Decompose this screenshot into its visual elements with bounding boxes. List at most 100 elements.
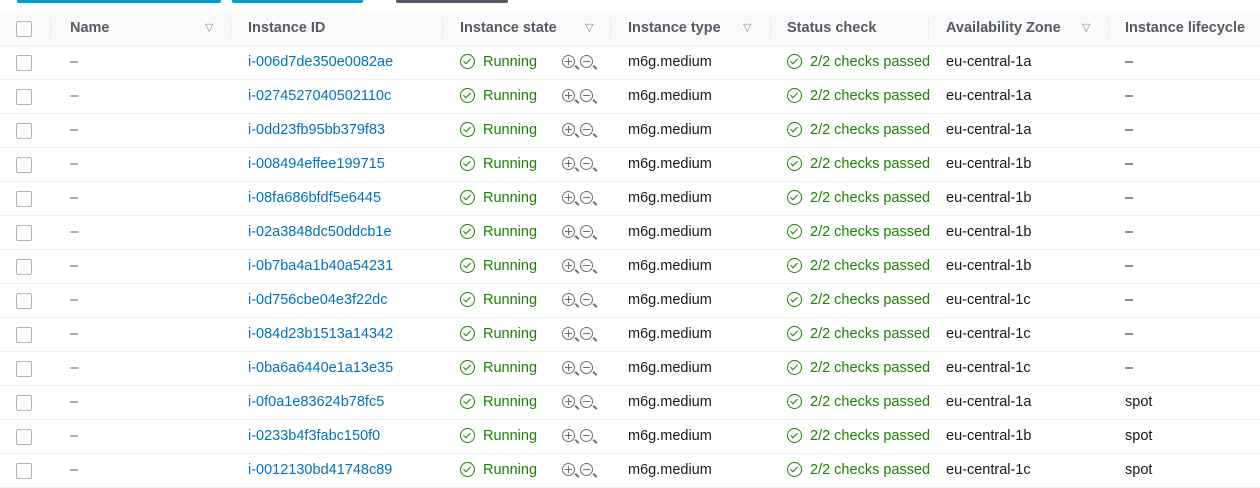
instance-id-link[interactable]: i-0dd23fb95bb379f83 [248,113,385,147]
column-header-availability-zone[interactable]: Availability Zone [946,12,1061,45]
table-row[interactable]: – i-006d7de350e0082ae Running m6g.medium… [0,45,1260,80]
instance-id-link[interactable]: i-0f0a1e83624b78fc5 [248,385,384,419]
filter-icon[interactable]: ▽ [1082,12,1090,45]
zoom-out-icon[interactable] [580,259,598,274]
zoom-in-icon[interactable] [562,395,580,410]
row-checkbox[interactable] [16,463,32,479]
status-check[interactable]: 2/2 checks passed [787,113,930,147]
zoom-in-icon[interactable] [562,327,580,342]
status-check[interactable]: 2/2 checks passed [787,317,930,351]
column-divider[interactable] [770,19,771,38]
table-row[interactable]: – i-0012130bd41748c89 Running m6g.medium… [0,453,1260,488]
column-divider[interactable] [442,19,443,38]
column-header-instance-type[interactable]: Instance type [628,12,721,45]
zoom-out-icon[interactable] [580,327,598,342]
zoom-out-icon[interactable] [580,157,598,172]
row-checkbox[interactable] [16,225,32,241]
column-divider[interactable] [1108,19,1109,38]
zoom-out-icon[interactable] [580,55,598,70]
table-row[interactable]: – i-08fa686bfdf5e6445 Running m6g.medium… [0,181,1260,216]
row-checkbox[interactable] [16,395,32,411]
table-row[interactable]: – i-0dd23fb95bb379f83 Running m6g.medium… [0,113,1260,148]
instance-id-link[interactable]: i-0d756cbe04e3f22dc [248,283,387,317]
table-row[interactable]: – i-008494effee199715 Running m6g.medium… [0,147,1260,182]
instance-id-link[interactable]: i-0ba6a6440e1a13e35 [248,351,393,385]
row-checkbox[interactable] [16,157,32,173]
row-checkbox[interactable] [16,55,32,71]
instance-id-link[interactable]: i-02a3848dc50ddcb1e [248,215,392,249]
instance-id-link[interactable]: i-0274527040502110c [248,79,391,113]
instance-id-link[interactable]: i-0012130bd41748c89 [248,453,392,487]
zoom-in-icon[interactable] [562,463,580,478]
zoom-in-icon[interactable] [562,157,580,172]
zoom-out-icon[interactable] [580,429,598,444]
row-checkbox[interactable] [16,259,32,275]
row-checkbox[interactable] [16,191,32,207]
zoom-in-icon[interactable] [562,123,580,138]
table-row[interactable]: – i-0f0a1e83624b78fc5 Running m6g.medium… [0,385,1260,420]
table-row[interactable]: – i-0ba6a6440e1a13e35 Running m6g.medium… [0,351,1260,386]
status-check[interactable]: 2/2 checks passed [787,419,930,453]
instance-id-link[interactable]: i-08fa686bfdf5e6445 [248,181,381,215]
toolbar-button-1[interactable] [17,0,221,3]
status-check[interactable]: 2/2 checks passed [787,453,930,487]
status-check[interactable]: 2/2 checks passed [787,385,930,419]
zoom-in-icon[interactable] [562,361,580,376]
column-divider[interactable] [50,19,51,38]
column-header-status-check[interactable]: Status check [787,12,876,45]
zoom-in-icon[interactable] [562,225,580,240]
instance-id-link[interactable]: i-0233b4f3fabc150f0 [248,419,380,453]
status-check[interactable]: 2/2 checks passed [787,181,930,215]
filter-icon[interactable]: ▽ [205,12,213,45]
column-divider[interactable] [610,19,611,38]
toolbar-button-3[interactable] [396,0,508,3]
zoom-out-icon[interactable] [580,293,598,308]
column-divider[interactable] [230,19,231,38]
column-header-name[interactable]: Name [70,12,110,45]
table-row[interactable]: – i-0274527040502110c Running m6g.medium… [0,79,1260,114]
status-check[interactable]: 2/2 checks passed [787,215,930,249]
row-checkbox[interactable] [16,361,32,377]
zoom-out-icon[interactable] [580,463,598,478]
instance-id-link[interactable]: i-008494effee199715 [248,147,385,181]
instance-id-link[interactable]: i-0b7ba4a1b40a54231 [248,249,393,283]
zoom-in-icon[interactable] [562,429,580,444]
zoom-in-icon[interactable] [562,55,580,70]
status-check[interactable]: 2/2 checks passed [787,79,930,113]
zoom-out-icon[interactable] [580,361,598,376]
zoom-in-icon[interactable] [562,293,580,308]
select-all-checkbox[interactable] [16,21,32,37]
table-row[interactable]: – i-0d756cbe04e3f22dc Running m6g.medium… [0,283,1260,318]
column-header-instance-id[interactable]: Instance ID [248,12,325,45]
status-check[interactable]: 2/2 checks passed [787,45,930,79]
table-row[interactable]: – i-084d23b1513a14342 Running m6g.medium… [0,317,1260,352]
toolbar-button-2[interactable] [232,0,363,3]
instance-id-link[interactable]: i-084d23b1513a14342 [248,317,393,351]
column-divider[interactable] [928,19,929,38]
row-checkbox[interactable] [16,293,32,309]
zoom-in-icon[interactable] [562,191,580,206]
table-row[interactable]: – i-0233b4f3fabc150f0 Running m6g.medium… [0,419,1260,454]
status-check[interactable]: 2/2 checks passed [787,351,930,385]
zoom-out-icon[interactable] [580,191,598,206]
zoom-in-icon[interactable] [562,259,580,274]
zoom-out-icon[interactable] [580,395,598,410]
filter-icon[interactable]: ▽ [743,12,751,45]
column-header-instance-state[interactable]: Instance state [460,12,557,45]
row-checkbox[interactable] [16,327,32,343]
zoom-out-icon[interactable] [580,89,598,104]
zoom-out-icon[interactable] [580,123,598,138]
status-check[interactable]: 2/2 checks passed [787,147,930,181]
row-checkbox[interactable] [16,89,32,105]
instance-id-link[interactable]: i-006d7de350e0082ae [248,45,393,79]
zoom-in-icon[interactable] [562,89,580,104]
table-row[interactable]: – i-02a3848dc50ddcb1e Running m6g.medium… [0,215,1260,250]
row-checkbox[interactable] [16,429,32,445]
column-header-instance-lifecycle[interactable]: Instance lifecycle [1125,12,1245,45]
table-row[interactable]: – i-0b7ba4a1b40a54231 Running m6g.medium… [0,249,1260,284]
row-checkbox[interactable] [16,123,32,139]
zoom-out-icon[interactable] [580,225,598,240]
status-check[interactable]: 2/2 checks passed [787,249,930,283]
status-check[interactable]: 2/2 checks passed [787,283,930,317]
filter-icon[interactable]: ▽ [585,12,593,45]
